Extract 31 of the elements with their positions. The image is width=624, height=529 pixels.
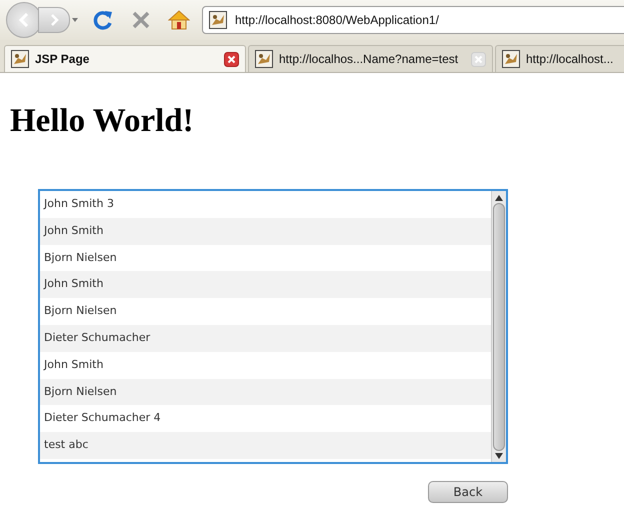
forward-button[interactable] [38,7,70,33]
caret-icon[interactable] [72,18,78,22]
list-item[interactable]: Bjorn Nielsen [40,298,491,325]
page-icon [502,50,520,68]
scrollbar[interactable] [491,191,506,462]
address-bar[interactable]: http://localhost:8080/WebApplication1/ [202,6,624,34]
list-item[interactable]: John Smith [40,218,491,245]
list-item[interactable]: Bjorn Nielsen [40,378,491,406]
scroll-down-icon[interactable] [495,453,503,459]
scroll-thumb[interactable] [493,203,505,451]
page-icon [255,50,273,68]
stop-icon[interactable] [131,10,151,30]
browser-tab[interactable]: http://localhos...Name?name=test [248,45,493,72]
back-button[interactable]: Back [428,481,508,503]
browser-tab[interactable]: http://localhost... [495,45,624,72]
scroll-up-icon[interactable] [495,195,503,201]
list-item[interactable]: John Smith [40,271,491,298]
home-icon[interactable] [168,10,190,30]
list-item[interactable]: Dieter Schumacher [40,324,491,352]
page-heading: Hello World! [10,102,195,141]
reload-icon[interactable] [92,9,114,31]
list-box[interactable]: John Smith 3 John Smith Bjorn Nielsen John Smith Bjorn Nielsen Dieter Schumacher John Smith Bjorn Nielsen Dieter Schumacher 4 test abc [38,189,508,464]
page-icon [209,11,227,29]
list-item[interactable]: Dieter Schumacher 4 [40,405,491,432]
list-item[interactable]: John Smith [40,352,491,379]
list-item[interactable]: John Smith 3 [40,191,491,218]
page-icon [11,50,29,68]
browser-tab[interactable]: JSP Page [4,45,246,72]
list-item[interactable]: test abc [40,432,491,459]
list-item[interactable]: Bjorn Nielsen [40,244,491,272]
close-icon[interactable] [224,52,239,66]
